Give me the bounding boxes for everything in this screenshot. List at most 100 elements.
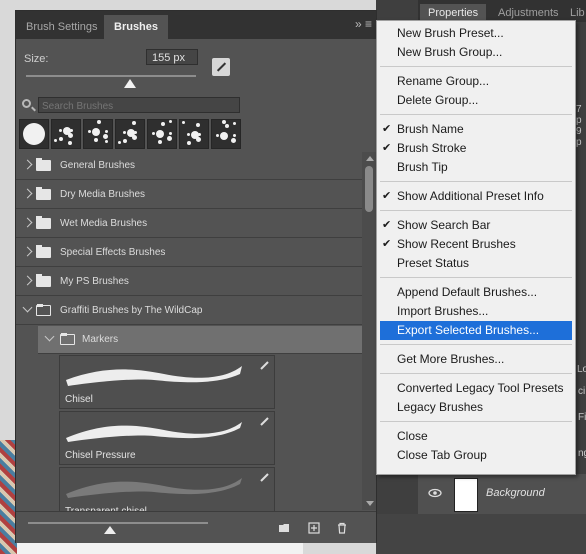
brush-dot <box>156 130 164 138</box>
tab-brushes[interactable]: Brushes <box>104 15 169 39</box>
menu-item-show-recent-brushes[interactable]: ✔ Show Recent Brushes <box>377 235 575 254</box>
folder-icon <box>36 158 51 171</box>
menu-item-converted-legacy-tool-presets[interactable]: Converted Legacy Tool Presets <box>377 379 575 398</box>
subgroup-markers[interactable]: Markers <box>38 326 362 354</box>
menu-item-import-brushes[interactable]: Import Brushes... <box>377 302 575 321</box>
panel-menu-icon[interactable]: » ≡ <box>355 17 372 31</box>
brush-edit-icon[interactable] <box>212 58 230 76</box>
search-field[interactable] <box>38 97 244 114</box>
chevron-right-icon[interactable] <box>22 217 33 228</box>
properties-tabbar: Properties Adjustments Lib <box>418 0 586 22</box>
scrollbar[interactable] <box>362 152 376 510</box>
brush-name: Chisel Pressure <box>65 450 136 461</box>
size-slider-track[interactable] <box>26 75 196 77</box>
menu-item-label: Show Additional Preset Info <box>397 189 544 203</box>
properties-fragment: Lo <box>577 364 586 375</box>
brush-dot <box>225 124 229 128</box>
group-special-effects-brushes[interactable]: Special Effects Brushes <box>16 239 362 267</box>
group-my-ps-brushes[interactable]: My PS Brushes <box>16 268 362 296</box>
menu-item-label: New Brush Group... <box>397 45 503 59</box>
trash-icon[interactable] <box>336 522 348 534</box>
panel-tabbar: Brush Settings Brushes » ≡ <box>16 11 376 39</box>
menu-item-brush-tip[interactable]: Brush Tip <box>377 158 575 177</box>
brush-dot <box>118 141 121 144</box>
menu-item-show-search-bar[interactable]: ✔ Show Search Bar <box>377 216 575 235</box>
menu-item-new-brush-group[interactable]: New Brush Group... <box>377 43 575 62</box>
brush-preset-chisel-pressure[interactable]: Chisel Pressure <box>59 411 275 465</box>
menu-item-get-more-brushes[interactable]: Get More Brushes... <box>377 350 575 369</box>
preview-size-thumb[interactable] <box>104 526 116 534</box>
brush-dot <box>105 140 108 143</box>
new-group-icon[interactable] <box>278 522 290 534</box>
size-slider-thumb[interactable] <box>124 79 136 88</box>
group-label: Special Effects Brushes <box>60 247 166 258</box>
chevron-right-icon[interactable] <box>22 188 33 199</box>
menu-separator <box>380 373 572 374</box>
drip-brush-icon[interactable] <box>83 119 113 149</box>
scroll-down-arrow[interactable] <box>366 501 374 506</box>
menu-item-label: Rename Group... <box>397 74 490 88</box>
subgroup-label: Markers <box>82 334 119 345</box>
group-general-brushes[interactable]: General Brushes <box>16 152 362 180</box>
properties-fragment: Fi <box>578 412 586 423</box>
splash-brush-icon[interactable] <box>179 119 209 149</box>
texture-brush-icon[interactable] <box>115 119 145 149</box>
menu-item-preset-status[interactable]: Preset Status <box>377 254 575 273</box>
menu-item-new-brush-preset[interactable]: New Brush Preset... <box>377 24 575 43</box>
menu-item-show-additional-preset-info[interactable]: ✔ Show Additional Preset Info <box>377 187 575 206</box>
brush-preset-chisel[interactable]: Chisel <box>59 355 275 409</box>
chevron-right-icon[interactable] <box>22 246 33 257</box>
layer-name: Background <box>486 487 545 499</box>
checkmark-icon: ✔ <box>382 142 392 154</box>
layer-row-background[interactable]: Background <box>418 474 586 514</box>
brush-dot <box>23 123 45 145</box>
menu-item-legacy-brushes[interactable]: Legacy Brushes <box>377 398 575 417</box>
group-graffiti-brushes[interactable]: Graffiti Brushes by The WildCap <box>16 297 362 325</box>
scroll-thumb[interactable] <box>365 166 373 212</box>
menu-item-rename-group[interactable]: Rename Group... <box>377 72 575 91</box>
folder-icon <box>36 245 51 258</box>
brush-dot <box>158 140 162 144</box>
menu-item-append-default-brushes[interactable]: Append Default Brushes... <box>377 283 575 302</box>
scroll-up-arrow[interactable] <box>366 156 374 161</box>
brush-dot <box>54 139 57 142</box>
brush-dot <box>59 137 63 141</box>
brush-dot <box>161 122 165 126</box>
menu-item-close-tab-group[interactable]: Close Tab Group <box>377 446 575 465</box>
chevron-right-icon[interactable] <box>22 159 33 170</box>
brush-dot <box>187 133 190 136</box>
group-label: Dry Media Brushes <box>60 189 146 200</box>
brush-dot <box>88 130 91 133</box>
menu-item-delete-group[interactable]: Delete Group... <box>377 91 575 110</box>
splat-brush-icon[interactable] <box>211 119 241 149</box>
search-input[interactable] <box>39 98 244 114</box>
chevron-down-icon[interactable] <box>44 331 55 342</box>
menu-separator <box>380 66 572 67</box>
properties-fragment: ng <box>578 448 586 459</box>
group-wet-media-brushes[interactable]: Wet Media Brushes <box>16 210 362 238</box>
eye-icon[interactable] <box>428 486 442 500</box>
menu-item-export-selected-brushes[interactable]: Export Selected Brushes... <box>380 321 572 340</box>
chevron-down-icon[interactable] <box>22 302 33 313</box>
brush-dot <box>231 138 236 143</box>
preview-size-slider[interactable] <box>28 522 208 524</box>
checkmark-icon: ✔ <box>382 123 392 135</box>
menu-item-brush-name[interactable]: ✔ Brush Name <box>377 120 575 139</box>
menu-separator <box>380 210 572 211</box>
menu-item-close[interactable]: Close <box>377 427 575 446</box>
new-brush-icon[interactable] <box>308 522 320 534</box>
chevron-right-icon[interactable] <box>22 275 33 286</box>
round-brush-icon[interactable] <box>19 119 49 149</box>
group-label: My PS Brushes <box>60 276 129 287</box>
splatter-brush-icon[interactable] <box>51 119 81 149</box>
brush-stroke-preview <box>66 422 242 442</box>
spray-brush-icon[interactable] <box>147 119 177 149</box>
size-field[interactable]: 155 px <box>146 49 198 65</box>
tab-brush-settings[interactable]: Brush Settings <box>16 15 108 39</box>
menu-item-brush-stroke[interactable]: ✔ Brush Stroke <box>377 139 575 158</box>
brush-dot <box>59 129 62 132</box>
brush-dot <box>196 123 200 127</box>
menu-separator <box>380 421 572 422</box>
brush-dot <box>220 132 228 140</box>
group-dry-media-brushes[interactable]: Dry Media Brushes <box>16 181 362 209</box>
